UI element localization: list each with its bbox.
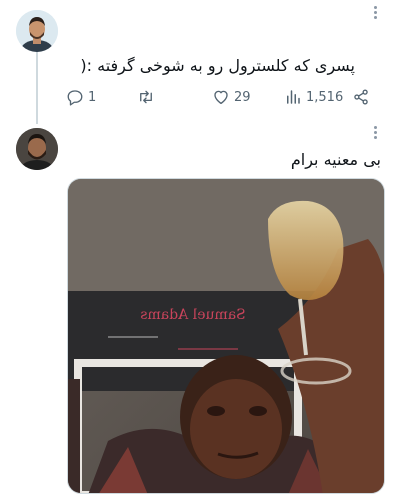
views-chart-icon xyxy=(287,90,300,104)
more-options-icon[interactable] xyxy=(372,6,378,21)
like-button[interactable]: 29 xyxy=(212,86,251,108)
avatar-image xyxy=(16,10,58,52)
chalkboard-text: Samuel Adams xyxy=(140,307,245,323)
views-button[interactable]: 1,516 xyxy=(284,86,343,108)
retweet-icon xyxy=(140,90,152,104)
avatar-image xyxy=(16,128,58,170)
avatar[interactable] xyxy=(16,10,58,52)
reply-icon xyxy=(67,90,83,106)
share-icon xyxy=(354,89,368,105)
heart-icon xyxy=(214,90,228,105)
retweet-button[interactable] xyxy=(136,86,156,108)
selfie-photo: Samuel Adams xyxy=(68,179,384,493)
tweet-media-image[interactable]: Samuel Adams xyxy=(67,178,385,494)
thread-connector-line xyxy=(36,52,38,124)
reply-count: 1 xyxy=(88,89,97,105)
reply-button[interactable]: 1 xyxy=(66,86,96,108)
more-options-icon[interactable] xyxy=(372,126,378,141)
tweet-actions: 1 29 1,516 xyxy=(66,86,386,108)
tweet-text: پسری که کلسترول رو به شوخی گرفته :( xyxy=(80,56,355,75)
like-count: 29 xyxy=(234,89,251,105)
tweet-text: بی معنیه برام xyxy=(290,150,381,169)
share-button[interactable] xyxy=(352,86,370,108)
view-count: 1,516 xyxy=(306,89,344,105)
avatar[interactable] xyxy=(16,128,58,170)
